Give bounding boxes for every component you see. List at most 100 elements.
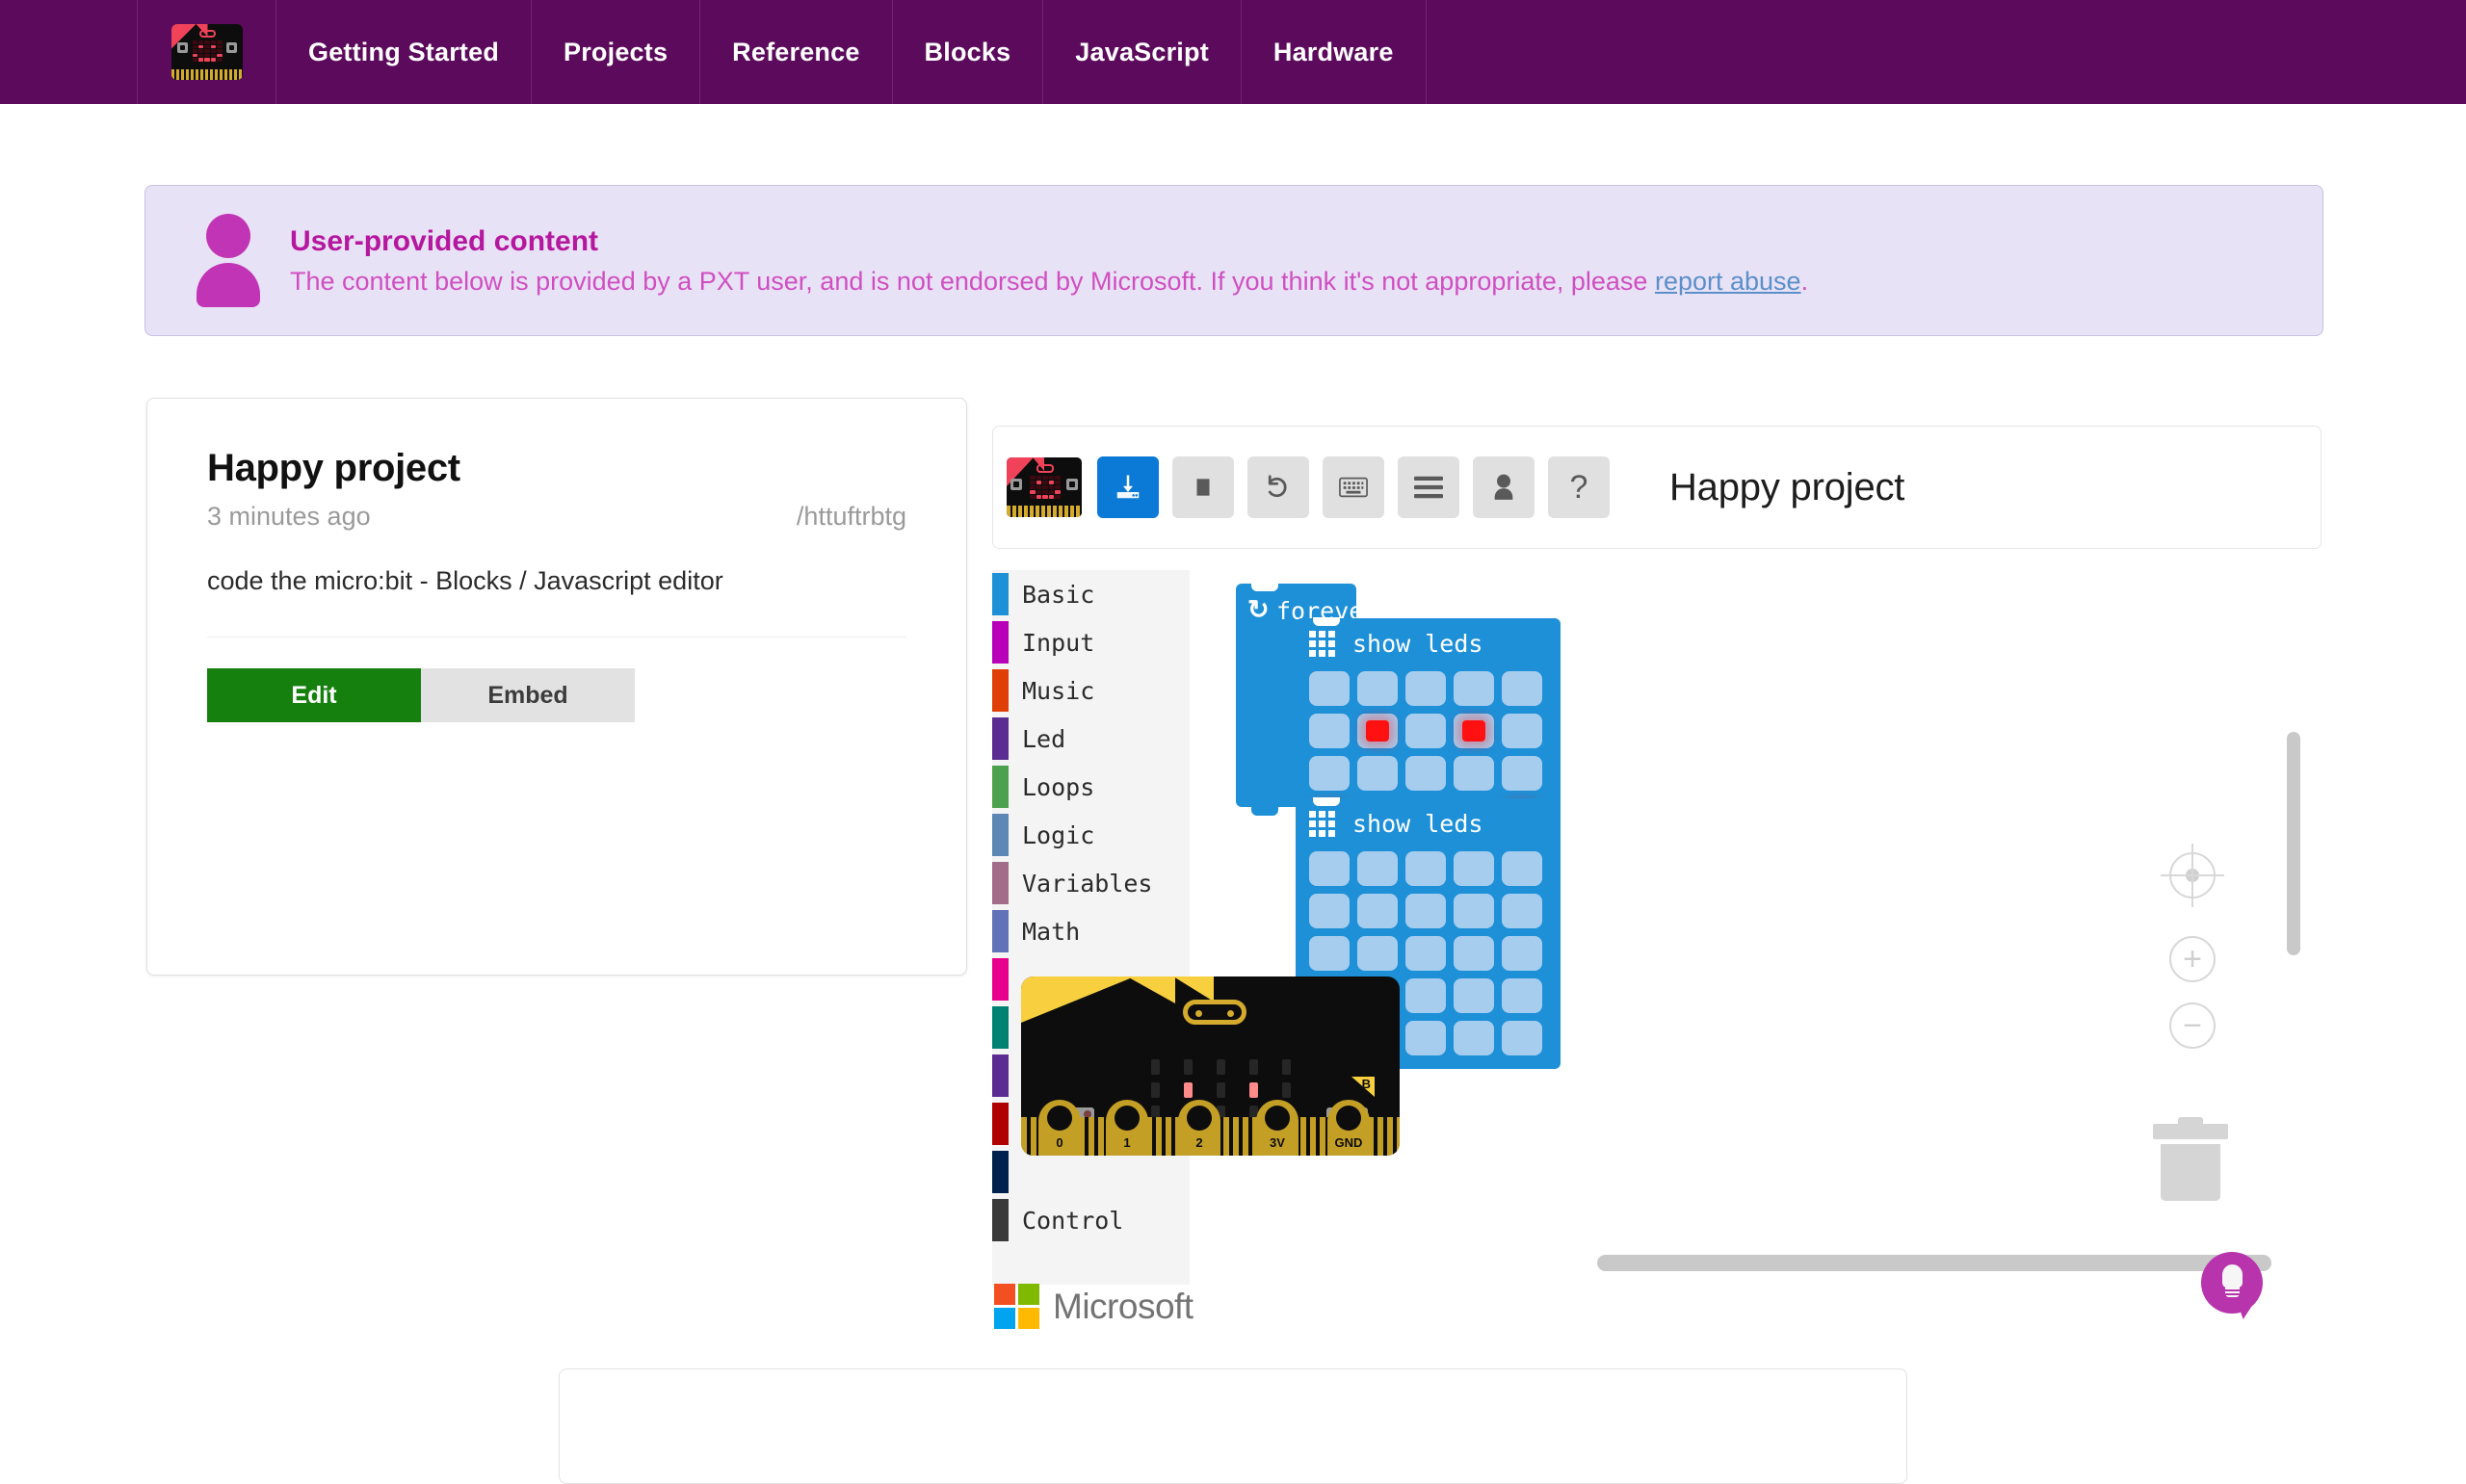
menu-button[interactable] <box>1398 456 1459 518</box>
pin-gnd[interactable]: GND <box>1327 1100 1370 1156</box>
hamburger-icon <box>1414 476 1443 499</box>
led-cell[interactable] <box>1502 978 1542 1013</box>
led-cell[interactable] <box>1454 671 1494 706</box>
toolbox-item-led[interactable]: Led <box>992 715 1190 763</box>
project-timestamp: 3 minutes ago <box>207 502 371 532</box>
report-abuse-link[interactable]: report abuse <box>1655 267 1801 296</box>
center-view-button[interactable] <box>2169 852 2216 898</box>
led-cell[interactable] <box>1309 671 1350 706</box>
led-cell[interactable] <box>1502 671 1542 706</box>
zoom-out-button[interactable]: − <box>2169 1002 2216 1049</box>
pin-0[interactable]: 0 <box>1038 1100 1081 1156</box>
led-cell[interactable] <box>1454 894 1494 928</box>
led-cell[interactable] <box>1502 936 1542 971</box>
banner-body-period: . <box>1801 267 1809 296</box>
microbit-simulator[interactable]: A B 0 1 2 3V GND <box>1021 976 1400 1156</box>
led-cell[interactable] <box>1357 936 1398 971</box>
led-cell[interactable] <box>1454 978 1494 1013</box>
lightbulb-icon <box>2222 1264 2243 1288</box>
led-cell[interactable] <box>1357 671 1398 706</box>
led-cell[interactable] <box>1502 894 1542 928</box>
nav-item-getting-started[interactable]: Getting Started <box>276 0 532 104</box>
toolbox-item-music[interactable]: Music <box>992 666 1190 715</box>
category-color-swatch <box>992 717 1009 760</box>
led-cell[interactable] <box>1309 894 1350 928</box>
led-cell[interactable] <box>1502 714 1542 748</box>
toolbox-label: Music <box>1022 677 1094 705</box>
help-bubble-button[interactable] <box>2201 1252 2263 1314</box>
toolbox-item-loops[interactable]: Loops <box>992 763 1190 811</box>
led-cell[interactable] <box>1357 756 1398 791</box>
help-button[interactable]: ? <box>1548 456 1610 518</box>
led-cell[interactable] <box>1405 936 1446 971</box>
led-cell[interactable] <box>1502 756 1542 791</box>
banner-title: User-provided content <box>290 225 1808 258</box>
zoom-in-button[interactable]: + <box>2169 936 2216 982</box>
nav-item-hardware[interactable]: Hardware <box>1242 0 1427 104</box>
toolbox-item-math[interactable]: Math <box>992 907 1190 955</box>
toolbox-item-control[interactable]: Control <box>992 1196 1190 1244</box>
nav-item-blocks[interactable]: Blocks <box>893 0 1044 104</box>
pin-3v[interactable]: 3V <box>1256 1100 1299 1156</box>
restart-button[interactable] <box>1247 456 1309 518</box>
microbit-logo-icon <box>171 24 243 80</box>
keyboard-icon <box>1339 476 1368 499</box>
led-cell[interactable] <box>1454 936 1494 971</box>
edit-button[interactable]: Edit <box>207 668 421 722</box>
led-cell[interactable] <box>1309 851 1350 886</box>
banner-body-text: The content below is provided by a PXT u… <box>290 267 1655 296</box>
stop-button[interactable] <box>1172 456 1234 518</box>
stop-icon <box>1191 475 1216 500</box>
led-cell[interactable] <box>1357 714 1398 748</box>
led-cell[interactable] <box>1454 714 1494 748</box>
nav-item-javascript[interactable]: JavaScript <box>1043 0 1242 104</box>
category-color-swatch <box>992 573 1009 615</box>
led-cell[interactable] <box>1309 936 1350 971</box>
led-cell[interactable] <box>1405 894 1446 928</box>
led-cell[interactable] <box>1405 714 1446 748</box>
editor-microbit-logo-icon <box>1007 457 1082 517</box>
led-cell[interactable] <box>1405 851 1446 886</box>
toolbox-label: Control <box>1022 1207 1123 1235</box>
project-title: Happy project <box>207 447 906 490</box>
pin-1[interactable]: 1 <box>1106 1100 1148 1156</box>
led-cell[interactable] <box>1357 851 1398 886</box>
category-color-swatch <box>992 621 1009 664</box>
toolbox-item-input[interactable]: Input <box>992 618 1190 666</box>
led-cell[interactable] <box>1405 756 1446 791</box>
led-cell[interactable] <box>1309 756 1350 791</box>
keyboard-controls-button[interactable] <box>1323 456 1384 518</box>
download-button[interactable] <box>1097 456 1159 518</box>
plus-icon: + <box>2183 941 2202 978</box>
editor-toolbar: ? Happy project <box>992 426 2322 549</box>
nav-logo[interactable] <box>137 0 276 104</box>
toolbox-item-logic[interactable]: Logic <box>992 811 1190 859</box>
category-color-swatch <box>992 1151 1009 1193</box>
led-cell[interactable] <box>1502 851 1542 886</box>
led-cell[interactable] <box>1454 851 1494 886</box>
led-cell[interactable] <box>1405 1021 1446 1055</box>
led-cell[interactable] <box>1454 756 1494 791</box>
led-cell[interactable] <box>1454 1021 1494 1055</box>
download-icon <box>1114 473 1142 502</box>
vertical-scrollbar[interactable] <box>2287 732 2300 955</box>
led-cell[interactable] <box>1405 978 1446 1013</box>
pin-2[interactable]: 2 <box>1178 1100 1220 1156</box>
bottom-card <box>559 1368 1907 1484</box>
led-cell[interactable] <box>1357 894 1398 928</box>
category-color-swatch <box>992 958 1009 1001</box>
led-cell[interactable] <box>1502 1021 1542 1055</box>
led-cell[interactable] <box>1309 714 1350 748</box>
led-cell[interactable] <box>1405 671 1446 706</box>
pin-label: 2 <box>1178 1135 1220 1150</box>
nav-item-projects[interactable]: Projects <box>532 0 700 104</box>
toolbox-item-basic[interactable]: Basic <box>992 570 1190 618</box>
toolbox-item-variables[interactable]: Variables <box>992 859 1190 907</box>
horizontal-scrollbar[interactable] <box>1597 1255 2271 1271</box>
category-color-swatch <box>992 910 1009 952</box>
nav-item-reference[interactable]: Reference <box>700 0 892 104</box>
pin-label: 1 <box>1106 1135 1148 1150</box>
embed-button[interactable]: Embed <box>421 668 635 722</box>
account-button[interactable] <box>1473 456 1535 518</box>
trash-button[interactable] <box>2153 1124 2228 1201</box>
